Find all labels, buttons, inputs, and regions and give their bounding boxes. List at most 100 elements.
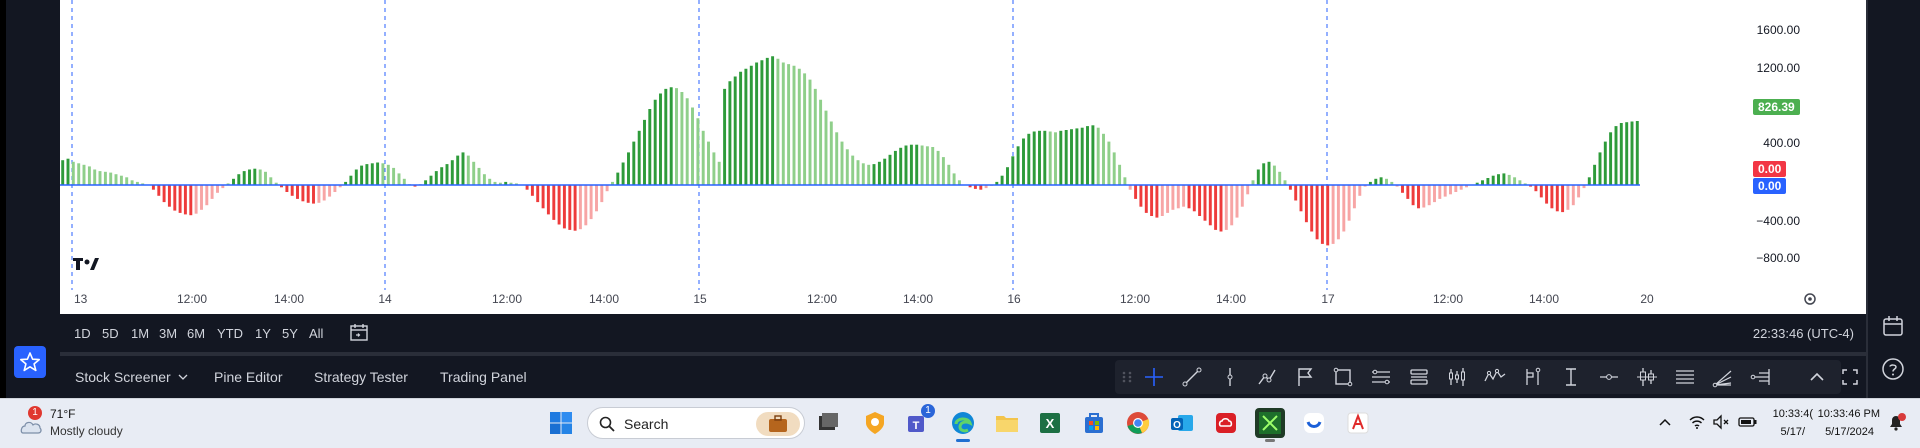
calendar-icon [1883,316,1903,336]
battery-icon[interactable] [1738,414,1758,430]
forecast-icon[interactable] [1521,365,1545,389]
x-axis-tick-label: 12:00 [492,292,522,306]
y-axis-tick-label: −400.00 [1756,214,1800,228]
right-sidebar [1866,0,1920,398]
text-icon[interactable] [1559,365,1583,389]
windows-taskbar: 1 71°F Mostly cloudy Search T 1 X O 10:3… [0,398,1920,448]
calendar-button[interactable] [1878,311,1908,341]
weather-temperature: 71°F [50,407,76,421]
search-placeholder: Search [624,416,669,432]
search-highlight-briefcase [756,412,800,436]
range-6m-button[interactable]: 6M [187,326,205,341]
x-axis-tick-label: 14 [378,292,392,306]
range-1d-button[interactable]: 1D [74,326,91,341]
settings-icon-center [1808,297,1812,301]
outlook-app[interactable]: O [1167,408,1197,438]
rectangle-icon[interactable] [1331,365,1355,389]
measure-icon[interactable] [1749,365,1773,389]
task-view-icon [819,413,838,430]
range-5d-button[interactable]: 5D [102,326,119,341]
clock-time-partial[interactable]: 10:33:4( [1765,408,1813,420]
tab-pine-editor[interactable]: Pine Editor [214,369,282,385]
vertical-line-icon[interactable] [1218,365,1242,389]
long-position-icon[interactable] [1635,365,1659,389]
x-axis-tick-label: 14:00 [903,292,933,306]
clock-date[interactable]: 5/17/2024 [1812,426,1874,438]
screen: 1600.00 1200.00 400.00 −400.00 −800.00 13 12:0… [0,0,1920,448]
finance-app[interactable] [1343,408,1373,438]
chrome-app[interactable] [1123,408,1153,438]
chart-pane[interactable]: 1600.00 1200.00 400.00 −400.00 −800.00 13 12:0… [60,0,1866,314]
x-axis-tick-label: 20 [1640,292,1654,306]
trend-line-icon[interactable] [1180,365,1204,389]
task-view-app[interactable] [813,408,843,438]
edge-app[interactable] [948,408,978,442]
logo-shape [90,258,99,270]
volume-muted-icon[interactable] [1712,414,1730,430]
tab-trading-panel[interactable]: Trading Panel [440,369,527,385]
wifi-icon[interactable] [1688,414,1706,430]
search-icon [599,416,615,432]
y-axis-tick-label: 1600.00 [1757,23,1801,37]
taskbar-search[interactable]: Search [587,407,805,439]
weather-widget[interactable]: 1 71°F Mostly cloudy [16,406,156,442]
candles-icon[interactable] [1445,365,1469,389]
fib-retracement-icon[interactable] [1407,365,1431,389]
excel-icon: X [1040,413,1060,433]
favorites-button[interactable] [14,346,46,378]
notification-icon[interactable] [1886,412,1908,432]
active-app-indicator [956,439,970,442]
range-all-button[interactable]: All [309,326,323,341]
x-axis-tick-label: 16 [1007,292,1021,306]
drag-handle-icon[interactable] [1115,365,1139,389]
help-icon [1882,358,1904,380]
session-clock[interactable]: 22:33:46 (UTC-4) [1753,326,1854,341]
range-1m-button[interactable]: 1M [131,326,149,341]
pattern-icon[interactable] [1483,365,1507,389]
clock-date-partial[interactable]: 5/17/ [1765,426,1805,438]
tradingview-logo [73,258,99,270]
windows-start-icon[interactable] [549,411,573,435]
price-tag-red: 0.00 [1753,161,1787,177]
chevron-up-icon[interactable] [1657,414,1673,430]
file-explorer-app[interactable] [992,408,1022,438]
price-range-icon[interactable] [1597,365,1621,389]
widget-app[interactable] [860,408,890,438]
x-axis-tick-label: 14:00 [1216,292,1246,306]
chevron-up-icon[interactable] [1805,365,1829,389]
crosshair-icon[interactable] [1142,365,1166,389]
creative-cloud-app[interactable] [1211,408,1241,438]
range-3m-button[interactable]: 3M [159,326,177,341]
weather-description: Mostly cloudy [50,424,123,438]
maximize-icon[interactable] [1838,365,1862,389]
webull-app[interactable] [1299,408,1329,438]
range-5y-button[interactable]: 5Y [282,326,298,341]
go-to-date-icon[interactable] [348,323,370,343]
webull-icon [1304,413,1324,433]
window-edge [0,0,6,398]
parallel-channel-icon[interactable] [1369,365,1393,389]
store-app[interactable] [1079,408,1109,438]
tab-strategy-tester[interactable]: Strategy Tester [314,369,408,385]
horizontal-ray-icon[interactable] [1673,365,1697,389]
histogram-chart[interactable]: 1600.00 1200.00 400.00 −400.00 −800.00 13 12:0… [60,0,1866,314]
y-axis-tick-label: −800.00 [1756,251,1800,265]
trading-app[interactable] [1255,408,1285,442]
help-button[interactable] [1878,354,1908,384]
edge-icon [952,412,974,434]
clock-time[interactable]: 10:33:46 PM [1812,408,1880,420]
range-1y-button[interactable]: 1Y [255,326,271,341]
svg-text:X: X [1046,416,1055,431]
range-ytd-button[interactable]: YTD [217,326,243,341]
excel-app[interactable]: X [1035,408,1065,438]
trading-app-icon [1259,412,1281,434]
fan-icon[interactable] [1711,365,1735,389]
x-axis-tick-label: 14:00 [274,292,304,306]
teams-app[interactable]: T 1 [903,404,935,438]
tab-stock-screener[interactable]: Stock Screener [75,369,171,385]
path-icon[interactable] [1255,365,1279,389]
chevron-down-icon[interactable] [178,373,188,381]
briefcase-icon [769,415,787,432]
teams-notification-badge: 1 [921,404,935,418]
flag-icon[interactable] [1293,365,1317,389]
